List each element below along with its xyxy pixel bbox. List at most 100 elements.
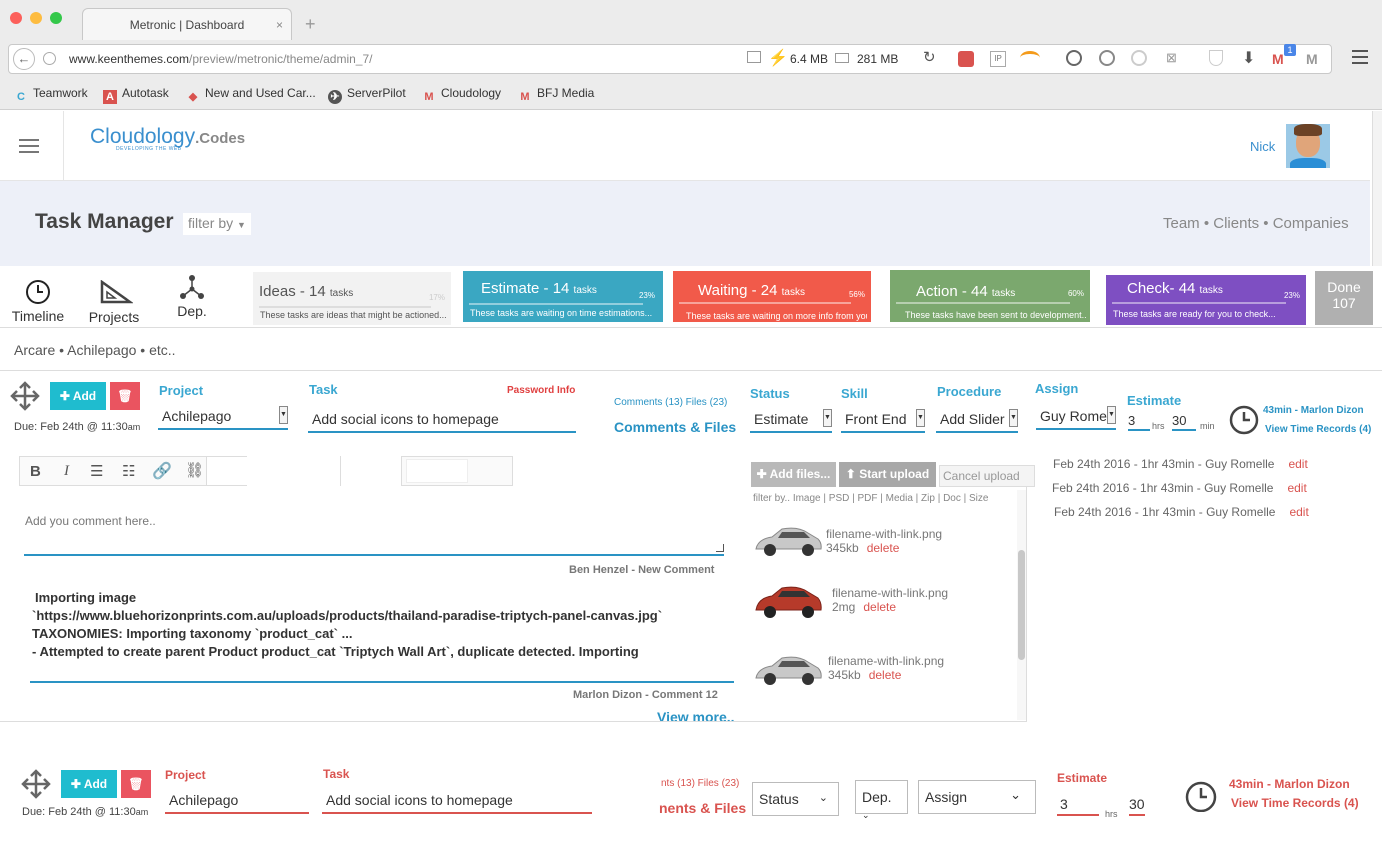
project-select[interactable]: Achilepago ▼: [158, 402, 288, 430]
view-more-link[interactable]: View more..: [657, 709, 735, 725]
timer-button[interactable]: [1184, 780, 1218, 817]
bookmark-bfj-media[interactable]: M BFJ Media: [518, 86, 594, 104]
extension-ip-icon[interactable]: IP: [990, 51, 1006, 67]
shield-icon[interactable]: [1209, 50, 1223, 66]
assign-select[interactable]: Guy Rome ▼: [1036, 402, 1116, 430]
timeline-view[interactable]: Timeline: [10, 279, 66, 324]
close-window-button[interactable]: [10, 12, 22, 24]
link-icon[interactable]: 🔗: [152, 461, 172, 481]
stage-waiting[interactable]: Waiting - 24 tasks 56% These tasks are w…: [673, 271, 871, 322]
procedure-select[interactable]: Add Slider ▼: [936, 405, 1018, 433]
stage-action[interactable]: Action - 44 tasks 60% These tasks have b…: [890, 270, 1090, 322]
estimate-hours-input[interactable]: 3: [1057, 796, 1099, 816]
add-task-button[interactable]: ✚ Add: [50, 382, 106, 410]
delete-file-link[interactable]: delete: [863, 600, 896, 614]
back-icon[interactable]: ←: [13, 48, 35, 70]
comment-textarea[interactable]: Add you comment here..: [24, 500, 724, 556]
drag-handle[interactable]: [21, 769, 51, 804]
page-scrollbar[interactable]: [1372, 111, 1382, 266]
status-select[interactable]: Estimate ▼: [750, 405, 832, 433]
trash-icon: 🗑: [117, 389, 133, 403]
file-link[interactable]: filename-with-link.png: [828, 654, 944, 668]
stage-done[interactable]: Done 107: [1315, 271, 1373, 325]
task-title-input[interactable]: Add social icons to homepage: [308, 405, 576, 433]
skill-select[interactable]: Front End ▼: [841, 405, 925, 433]
file-filter[interactable]: filter by.. Image | PSD | PDF | Media | …: [753, 493, 988, 504]
edit-time-record-link[interactable]: edit: [1287, 481, 1306, 495]
comments-files-link[interactable]: Comments & Files: [614, 419, 736, 435]
task-title-input[interactable]: Add social icons to homepage: [322, 786, 592, 814]
block-icon[interactable]: [1131, 50, 1147, 66]
add-files-button[interactable]: ✚ Add files...: [751, 462, 836, 487]
estimate-hours-input[interactable]: 3: [1128, 413, 1150, 431]
bookmark-teamwork[interactable]: C Teamwork: [14, 86, 88, 104]
bookmark-autotask[interactable]: A Autotask: [103, 86, 169, 104]
gmail-alt-icon[interactable]: M: [1306, 51, 1318, 67]
rainbow-icon[interactable]: [1020, 51, 1040, 65]
minimize-window-button[interactable]: [30, 12, 42, 24]
unlink-icon[interactable]: ⛓: [185, 461, 204, 479]
filter-by-dropdown[interactable]: filter by ▼: [183, 213, 251, 235]
edit-time-record-link[interactable]: edit: [1289, 505, 1308, 519]
search-extension-icon[interactable]: [1066, 50, 1082, 66]
view-time-records-link[interactable]: View Time Records (4): [1265, 424, 1371, 435]
cancel-upload-button[interactable]: Cancel upload: [939, 465, 1035, 487]
bold-icon[interactable]: B: [30, 463, 41, 480]
maximize-window-button[interactable]: [50, 12, 62, 24]
stage-ideas[interactable]: Ideas - 14 tasks 17% These tasks are ide…: [253, 272, 451, 325]
reader-icon[interactable]: [747, 51, 761, 63]
timer-button[interactable]: [1228, 404, 1260, 441]
projects-view[interactable]: Projects: [86, 279, 142, 325]
url-text[interactable]: www.keenthemes.com/preview/metronic/them…: [69, 52, 372, 66]
bookmark-cars[interactable]: ◆ New and Used Car...: [186, 86, 316, 104]
user-name[interactable]: Nick: [1250, 139, 1275, 154]
view-time-records-link[interactable]: View Time Records (4): [1231, 796, 1359, 810]
gmail-icon[interactable]: M: [1272, 51, 1284, 67]
file-link[interactable]: filename-with-link.png: [826, 527, 942, 541]
delete-task-button[interactable]: 🗑: [110, 382, 140, 410]
download-icon[interactable]: ⬇: [1242, 48, 1255, 68]
delete-task-button[interactable]: 🗑: [121, 770, 151, 798]
bullet-list-icon[interactable]: ☰: [90, 462, 103, 480]
browser-tab[interactable]: Metronic | Dashboard ×: [82, 8, 292, 40]
dependencies-view[interactable]: Dep.: [170, 273, 214, 319]
stage-estimate[interactable]: Estimate - 14 tasks 23% These tasks are …: [463, 271, 663, 322]
estimate-minutes-input[interactable]: 30: [1172, 413, 1196, 431]
reload-icon[interactable]: ↻: [923, 48, 936, 66]
files-scrollbar[interactable]: [1017, 490, 1026, 720]
assign-select[interactable]: Assign ⌄: [918, 780, 1036, 814]
bookmark-cloudology[interactable]: M Cloudology: [422, 86, 501, 104]
edit-time-record-link[interactable]: edit: [1288, 457, 1307, 471]
delete-file-link[interactable]: delete: [867, 541, 900, 555]
status-select[interactable]: Status ⌄: [752, 782, 839, 816]
estimate-minutes-input[interactable]: 30: [1129, 796, 1145, 816]
drag-handle[interactable]: [10, 381, 40, 416]
stage-check[interactable]: Check- 44 tasks 23% These tasks are read…: [1106, 275, 1306, 325]
logo[interactable]: Cloudology.Codes DEVELOPING THE WEB: [90, 125, 245, 152]
start-upload-button[interactable]: ⬆ Start upload: [839, 462, 936, 487]
project-input[interactable]: Achilepago: [165, 786, 309, 814]
italic-icon[interactable]: I: [64, 463, 69, 480]
numbered-list-icon[interactable]: ☷: [122, 462, 135, 480]
editor-toolbar-extra[interactable]: [401, 456, 513, 486]
new-tab-icon[interactable]: +: [305, 14, 316, 35]
add-task-button[interactable]: ✚ Add: [61, 770, 117, 798]
dependency-select[interactable]: Dep. ⌄: [855, 780, 908, 820]
close-extension-icon[interactable]: ⊠: [1166, 50, 1177, 66]
resize-handle-icon[interactable]: [716, 544, 724, 552]
comments-files-link[interactable]: nents & Files: [659, 800, 746, 816]
avatar[interactable]: [1286, 124, 1330, 168]
project-filter-breadcrumb[interactable]: Arcare • Achilepago • etc..: [14, 342, 176, 358]
menu-icon[interactable]: [1352, 50, 1368, 64]
file-link[interactable]: filename-with-link.png: [832, 586, 948, 600]
password-info-link[interactable]: Password Info: [507, 385, 575, 396]
hamburger-icon[interactable]: [19, 139, 39, 153]
settings-extension-icon[interactable]: [1099, 50, 1115, 66]
comments-files-count[interactable]: nts (13) Files (23): [661, 778, 739, 789]
extension-red-icon[interactable]: [958, 51, 974, 67]
delete-file-link[interactable]: delete: [869, 668, 902, 682]
comments-files-count[interactable]: Comments (13) Files (23): [614, 397, 727, 408]
bookmark-serverpilot[interactable]: ✈ ServerPilot: [328, 86, 406, 104]
team-clients-companies-links[interactable]: Team • Clients • Companies: [1163, 215, 1349, 232]
close-tab-icon[interactable]: ×: [276, 9, 283, 41]
